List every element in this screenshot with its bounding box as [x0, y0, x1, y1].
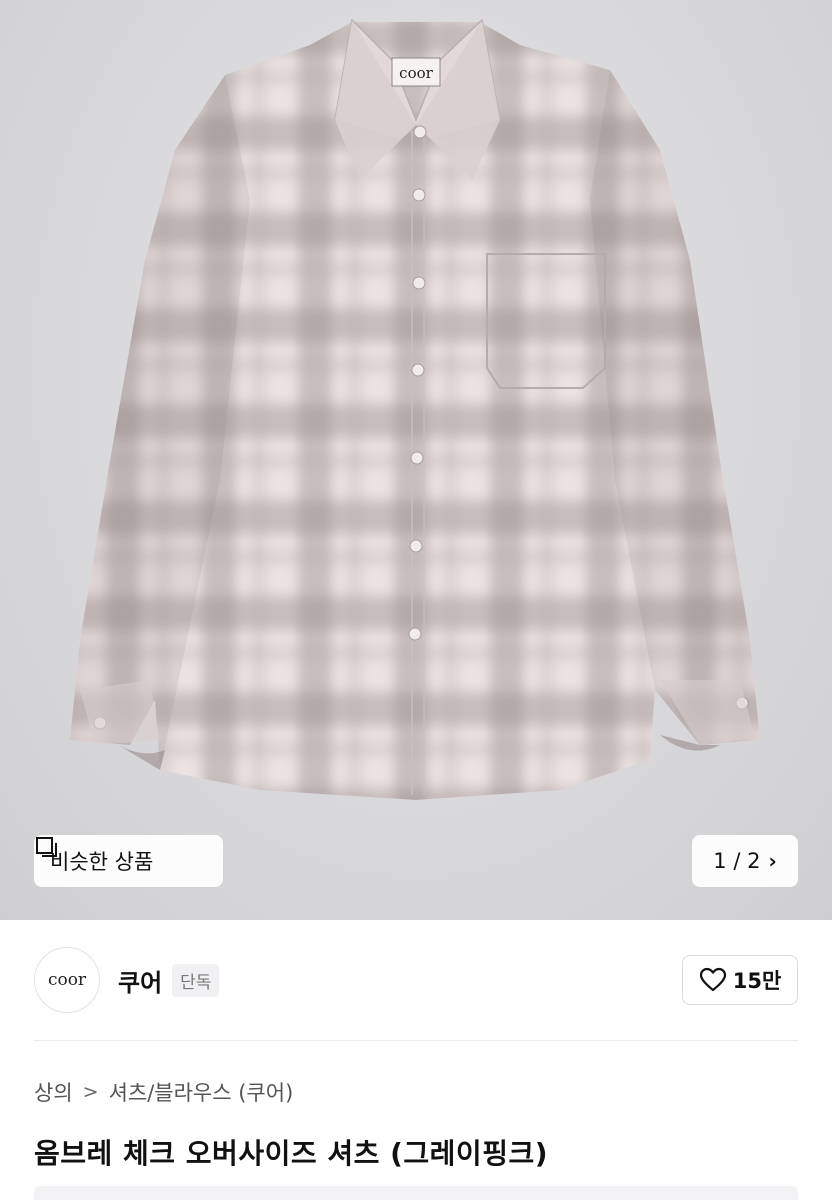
- plaid-shirt-image: coor: [70, 18, 760, 800]
- breadcrumb-item-subcategory[interactable]: 셔츠/블라우스 (쿠어): [109, 1077, 294, 1107]
- similar-products-icon: [36, 837, 57, 857]
- brand-logo-text: coor: [47, 970, 87, 990]
- brand-row: coor 쿠어 단독 15만: [0, 920, 832, 1040]
- similar-products-label: 비슷한 상품: [50, 850, 154, 874]
- chevron-right-icon: ›: [768, 849, 777, 873]
- similar-products-button[interactable]: 비슷한 상품: [34, 835, 223, 887]
- info-panel-top: [34, 1186, 798, 1200]
- exclusive-badge: 단독: [172, 963, 220, 997]
- image-pager[interactable]: 1 / 2 ›: [692, 835, 798, 887]
- product-image-gallery[interactable]: coor 비슷한 상품 1 / 2 ›: [0, 0, 832, 920]
- brand-name[interactable]: 쿠어: [118, 963, 162, 998]
- shirt-label-text: coor: [399, 64, 433, 82]
- chevron-right-icon: >: [82, 1081, 99, 1103]
- heart-icon: [699, 967, 726, 992]
- section-divider: [34, 1040, 798, 1041]
- product-title: 옴브레 체크 오버사이즈 셔츠 (그레이핑크): [34, 1137, 549, 1170]
- like-button[interactable]: 15만: [682, 955, 798, 1005]
- brand-logo[interactable]: coor: [34, 947, 100, 1013]
- pager-count: 1 / 2: [713, 849, 761, 873]
- breadcrumb-item-category[interactable]: 상의: [34, 1077, 73, 1107]
- like-count: 15만: [732, 969, 782, 993]
- breadcrumb: 상의 > 셔츠/블라우스 (쿠어): [34, 1076, 293, 1108]
